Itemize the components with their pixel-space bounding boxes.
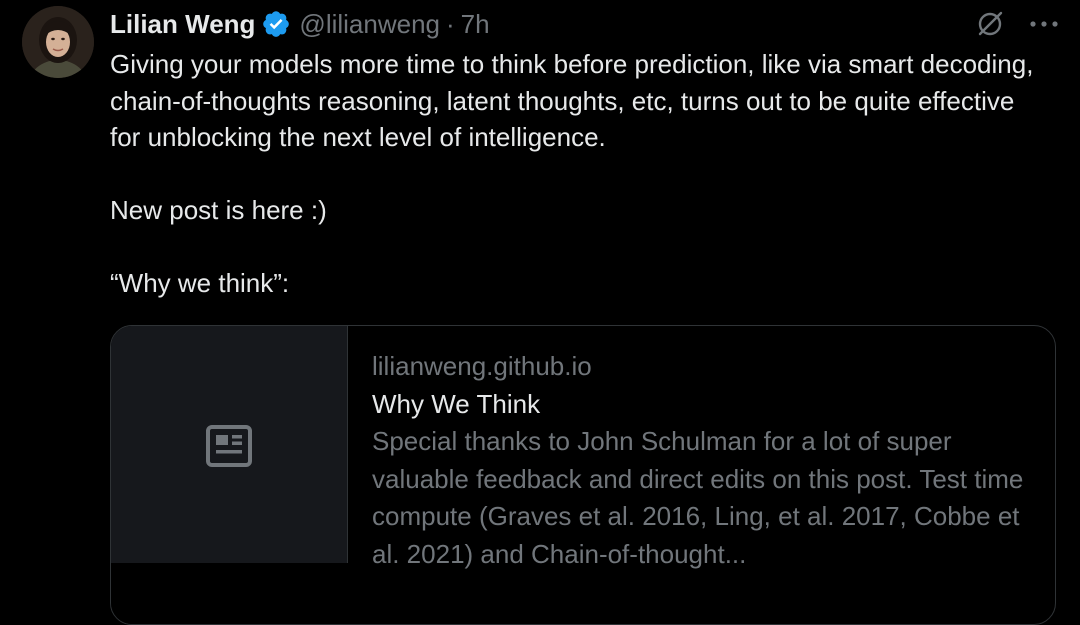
card-domain: lilianweng.github.io: [372, 351, 592, 381]
verified-badge-icon[interactable]: [261, 9, 291, 39]
header-actions: [974, 8, 1060, 40]
tweet-paragraph-2: New post is here :): [110, 195, 327, 225]
link-preview-card[interactable]: lilianweng.github.io Why We Think Specia…: [110, 325, 1056, 625]
more-horizontal-icon[interactable]: [1028, 8, 1060, 40]
tweet-paragraph-3: “Why we think”:: [110, 268, 290, 298]
card-content: lilianweng.github.io Why We Think Specia…: [372, 348, 1042, 573]
article-placeholder-icon: [206, 425, 252, 467]
separator-dot: ·: [446, 8, 455, 39]
avatar-image: [22, 6, 94, 78]
display-name[interactable]: Lilian Weng: [110, 9, 255, 40]
avatar[interactable]: [22, 6, 94, 78]
handle[interactable]: @lilianweng: [299, 9, 440, 40]
tweet-header: Lilian Weng @lilianweng · 7h: [110, 4, 490, 44]
tweet-text: Giving your models more time to think be…: [110, 46, 1050, 302]
card-description: Special thanks to John Schulman for a lo…: [372, 426, 1024, 569]
tweet[interactable]: Lilian Weng @lilianweng · 7h Giving your…: [0, 0, 1080, 625]
timestamp[interactable]: 7h: [461, 9, 490, 40]
grok-icon[interactable]: [974, 8, 1006, 40]
tweet-paragraph-1: Giving your models more time to think be…: [110, 49, 1034, 152]
card-thumbnail: [111, 326, 348, 624]
card-title[interactable]: Why We Think: [372, 386, 1042, 424]
